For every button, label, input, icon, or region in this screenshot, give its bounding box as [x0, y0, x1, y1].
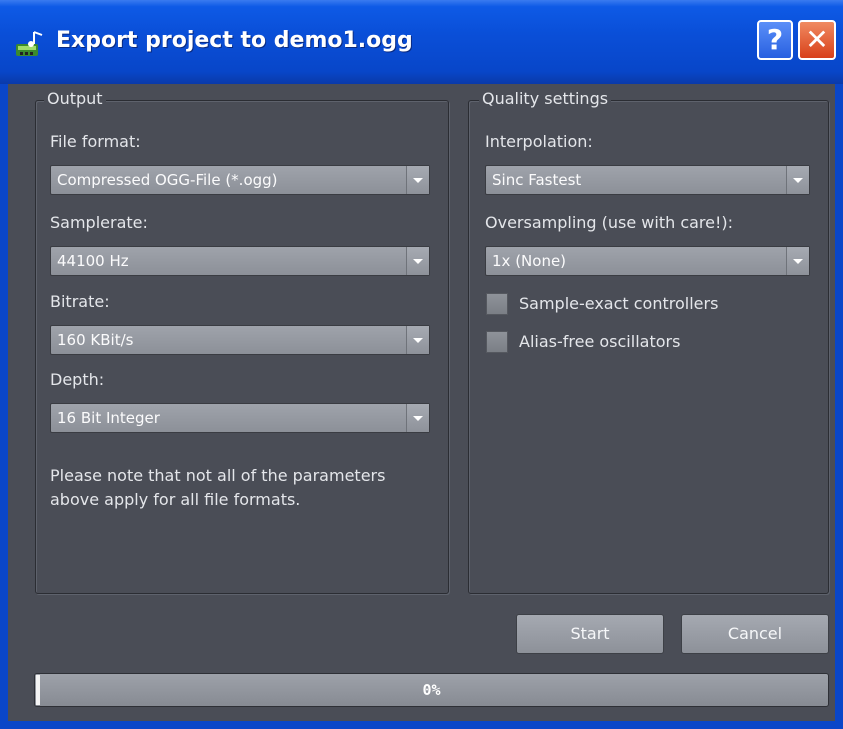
- quality-group-title: Quality settings: [479, 89, 612, 108]
- samplerate-label: Samplerate:: [50, 213, 148, 232]
- interpolation-label: Interpolation:: [485, 132, 593, 151]
- format-note: Please note that not all of the paramete…: [50, 464, 385, 512]
- bitrate-value: 160 KBit/s: [57, 331, 134, 349]
- depth-label: Depth:: [50, 370, 105, 389]
- window-frame-left: [0, 84, 8, 729]
- sample-exact-label[interactable]: Sample-exact controllers: [519, 294, 718, 313]
- alias-free-label[interactable]: Alias-free oscillators: [519, 332, 680, 351]
- file-format-select[interactable]: Compressed OGG-File (*.ogg): [50, 165, 430, 195]
- window-frame-right: [835, 84, 843, 729]
- close-button[interactable]: ✕: [798, 20, 836, 60]
- oversampling-label: Oversampling (use with care!):: [485, 213, 734, 232]
- bitrate-label: Bitrate:: [50, 292, 110, 311]
- samplerate-select[interactable]: 44100 Hz: [50, 246, 430, 276]
- chevron-down-icon: [406, 326, 429, 354]
- depth-select[interactable]: 16 Bit Integer: [50, 403, 430, 433]
- close-icon: ✕: [805, 23, 829, 56]
- start-button[interactable]: Start: [516, 614, 664, 654]
- chevron-down-icon: [786, 247, 809, 275]
- file-format-value: Compressed OGG-File (*.ogg): [57, 171, 278, 189]
- export-progress-bar: 0%: [34, 673, 829, 707]
- oversampling-value: 1x (None): [492, 252, 567, 270]
- window-frame-bottom: [0, 721, 843, 729]
- sample-exact-checkbox[interactable]: [486, 293, 508, 315]
- format-note-line1: Please note that not all of the paramete…: [50, 466, 386, 485]
- interpolation-select[interactable]: Sinc Fastest: [485, 165, 810, 195]
- help-button[interactable]: ?: [757, 20, 793, 60]
- samplerate-value: 44100 Hz: [57, 252, 129, 270]
- progress-text: 0%: [422, 681, 441, 699]
- cancel-button[interactable]: Cancel: [681, 614, 829, 654]
- window-title: Export project to demo1.ogg: [56, 28, 413, 53]
- lmms-app-icon: [16, 31, 43, 56]
- chevron-down-icon: [406, 247, 429, 275]
- chevron-down-icon: [406, 166, 429, 194]
- chevron-down-icon: [406, 404, 429, 432]
- bitrate-select[interactable]: 160 KBit/s: [50, 325, 430, 355]
- file-format-label: File format:: [50, 132, 141, 151]
- help-icon: ?: [766, 23, 784, 56]
- output-group-title: Output: [44, 89, 106, 108]
- format-note-line2: above apply for all file formats.: [50, 490, 301, 509]
- title-bar: Export project to demo1.ogg ? ✕: [0, 0, 843, 84]
- interpolation-value: Sinc Fastest: [492, 171, 582, 189]
- depth-value: 16 Bit Integer: [57, 409, 160, 427]
- chevron-down-icon: [786, 166, 809, 194]
- oversampling-select[interactable]: 1x (None): [485, 246, 810, 276]
- alias-free-checkbox[interactable]: [486, 331, 508, 353]
